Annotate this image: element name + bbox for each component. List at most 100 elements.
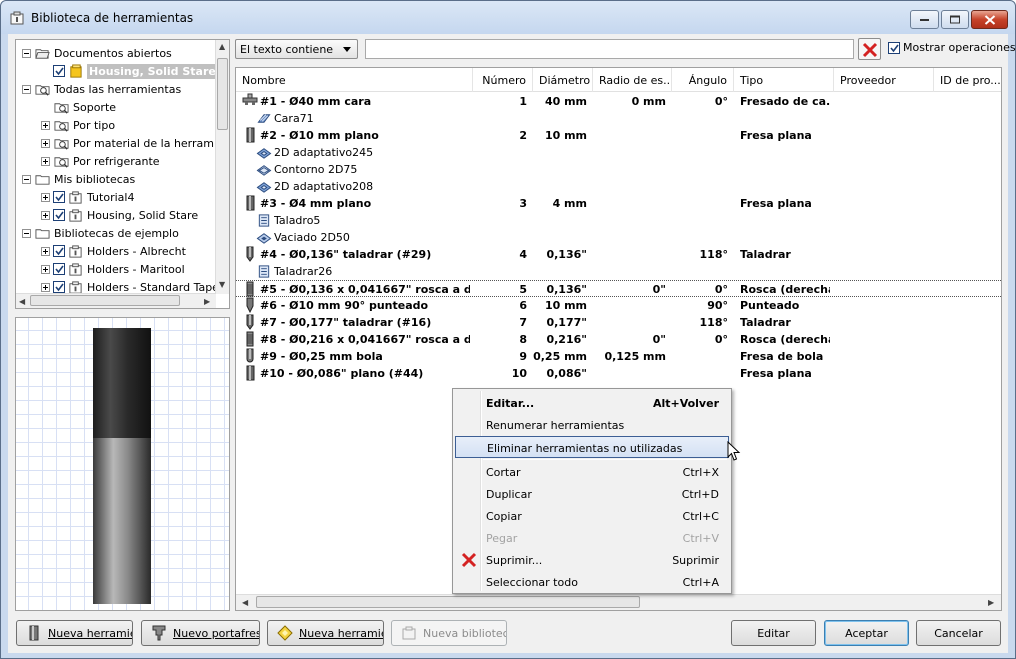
column-header-name[interactable]: Nombre xyxy=(236,68,473,92)
search-input[interactable] xyxy=(365,39,854,59)
library-checkbox[interactable] xyxy=(53,65,65,77)
expand-icon[interactable] xyxy=(41,192,50,202)
library-checkbox[interactable] xyxy=(53,245,65,257)
tool-row[interactable]: #9 - Ø0,25 mm bola 9 0,25 mm 0,125 mm Fresa … xyxy=(236,348,1001,365)
menu-item-copiar[interactable]: Copiar Ctrl+C xyxy=(455,505,729,527)
collapse-icon[interactable] xyxy=(22,174,31,184)
tree-item[interactable]: Mis bibliotecas xyxy=(22,170,135,188)
cancel-button[interactable]: Cancelar xyxy=(916,620,1001,646)
new-tool-from-template-button[interactable]: Nueva herramienta xyxy=(267,620,384,646)
maximize-button[interactable] xyxy=(941,10,969,29)
tree-item[interactable]: Housing, Solid Stare * xyxy=(41,62,228,80)
operation-row[interactable]: Taladro5 xyxy=(236,212,1001,229)
tree-item[interactable]: Housing, Solid Stare xyxy=(41,206,198,224)
scroll-right-icon: ▶ xyxy=(204,297,211,306)
tree-item[interactable]: Holders - Maritool xyxy=(41,260,185,278)
table-hscroll-thumb[interactable] xyxy=(256,596,640,608)
accept-button[interactable]: Aceptar xyxy=(824,620,909,646)
column-header-product-id[interactable]: ID de pro... xyxy=(934,68,1001,92)
menu-item-label: Renumerar herramientas xyxy=(486,419,625,432)
tool-row[interactable]: #6 - Ø10 mm 90° punteado 6 10 mm 90° Puntead… xyxy=(236,297,1001,314)
tool-row[interactable]: #8 - Ø0,216 x 0,041667" rosca a derecha 8… xyxy=(236,331,1001,348)
cell-diameter: 10 mm xyxy=(544,299,587,312)
table-horizontal-scrollbar[interactable]: ◀ ▶ xyxy=(236,594,1001,610)
expand-icon[interactable] xyxy=(41,120,50,130)
cell-number: 5 xyxy=(519,283,527,296)
scroll-right-icon: ▶ xyxy=(988,598,995,607)
minimize-button[interactable] xyxy=(910,10,939,29)
tool-row[interactable]: #2 - Ø10 mm plano 2 10 mm Fresa plana xyxy=(236,127,1001,144)
collapse-icon[interactable] xyxy=(22,48,31,58)
operation-row[interactable]: 2D adaptativo208 xyxy=(236,178,1001,195)
filter-mode-select[interactable]: El texto contiene xyxy=(235,39,358,59)
expand-icon[interactable] xyxy=(41,156,50,166)
operation-row[interactable]: 2D adaptativo245 xyxy=(236,144,1001,161)
new-holder-button[interactable]: Nuevo portafresas xyxy=(141,620,260,646)
tree-item[interactable]: Por refrigerante xyxy=(41,152,160,170)
expand-icon[interactable] xyxy=(41,138,50,148)
edit-button[interactable]: Editar xyxy=(731,620,816,646)
operation-row[interactable]: Contorno 2D75 xyxy=(236,161,1001,178)
tool-row[interactable]: #7 - Ø0,177" taladrar (#16) 7 0,177" 118° Ta… xyxy=(236,314,1001,331)
collapse-icon[interactable] xyxy=(22,228,31,238)
tree-item[interactable]: Documentos abiertos xyxy=(22,44,172,62)
tree-horizontal-scrollbar[interactable]: ◀ ▶ xyxy=(16,293,216,308)
menu-item-cortar[interactable]: Cortar Ctrl+X xyxy=(455,461,729,483)
new-tool-button[interactable]: Nueva herramienta xyxy=(16,620,133,646)
expand-icon[interactable] xyxy=(41,264,50,274)
cell-name: 2D adaptativo245 xyxy=(274,146,374,159)
tree-item[interactable]: Bibliotecas de ejemplo xyxy=(22,224,179,242)
menu-item-renumerar-herramientas[interactable]: Renumerar herramientas xyxy=(455,414,729,436)
new-library-button[interactable]: Nueva biblioteca xyxy=(391,620,507,646)
column-header-vendor[interactable]: Proveedor xyxy=(834,68,934,92)
tree-vertical-scrollbar[interactable]: ▲ ▼ xyxy=(215,40,229,294)
flat-mill-icon xyxy=(246,127,255,143)
library-checkbox[interactable] xyxy=(53,191,65,203)
menu-item-label: Cortar xyxy=(486,466,521,479)
tree-item[interactable]: Soporte xyxy=(41,98,116,116)
cell-type: Rosca (derecha) xyxy=(740,333,830,346)
collapse-icon[interactable] xyxy=(22,84,31,94)
column-header-angle[interactable]: Ángulo xyxy=(672,68,734,92)
tool-row[interactable]: #5 - Ø0,136 x 0,041667" rosca a derecha 5… xyxy=(236,280,1001,297)
expand-icon[interactable] xyxy=(41,282,50,292)
menu-item-suprimir[interactable]: Suprimir... Suprimir xyxy=(455,549,729,571)
tree-hscroll-thumb[interactable] xyxy=(30,295,180,306)
menu-item-duplicar[interactable]: Duplicar Ctrl+D xyxy=(455,483,729,505)
show-operations-toggle[interactable]: Mostrar operaciones xyxy=(888,41,1016,54)
column-header-number[interactable]: Número xyxy=(473,68,533,92)
tool-row[interactable]: #4 - Ø0,136" taladrar (#29) 4 0,136" 118° Ta… xyxy=(236,246,1001,263)
close-button[interactable] xyxy=(971,10,1008,29)
menu-item-pegar[interactable]: Pegar Ctrl+V xyxy=(455,527,729,549)
title-bar[interactable]: Biblioteca de herramientas xyxy=(1,1,1015,34)
library-checkbox[interactable] xyxy=(53,209,65,221)
column-header-corner-radius[interactable]: Radio de es... xyxy=(593,68,672,92)
menu-item-editar[interactable]: Editar... Alt+Volver xyxy=(455,392,729,414)
library-checkbox[interactable] xyxy=(53,263,65,275)
tool-row[interactable]: #3 - Ø4 mm plano 3 4 mm Fresa plana xyxy=(236,195,1001,212)
expand-icon[interactable] xyxy=(41,210,50,220)
tree-item[interactable]: Por material de la herramienta xyxy=(41,134,229,152)
tree-item[interactable]: Por tipo xyxy=(41,116,115,134)
operation-row[interactable]: Taladrar26 xyxy=(236,263,1001,280)
column-header-type[interactable]: Tipo xyxy=(734,68,834,92)
show-operations-checkbox[interactable] xyxy=(888,41,900,54)
expand-icon[interactable] xyxy=(41,246,50,256)
column-header-diameter[interactable]: Diámetro xyxy=(533,68,593,92)
tree-item[interactable]: Tutorial4 xyxy=(41,188,134,206)
tool-row[interactable]: #1 - Ø40 mm cara 1 40 mm 0 mm 0° Fresado de c… xyxy=(236,93,1001,110)
clear-filter-button[interactable] xyxy=(858,38,881,60)
tree-item[interactable]: Holders - Albrecht xyxy=(41,242,186,260)
pocket-operation-icon xyxy=(256,233,272,244)
menu-item-seleccionar-todo[interactable]: Seleccionar todo Ctrl+A xyxy=(455,571,729,593)
menu-item-eliminar-herramientas-no-utilizadas[interactable]: Eliminar herramientas no utilizadas xyxy=(455,436,729,458)
operation-row[interactable]: Vaciado 2D50 xyxy=(236,229,1001,246)
tool-row[interactable]: #10 - Ø0,086" plano (#44) 10 0,086" Fresa p… xyxy=(236,365,1001,382)
tree-item[interactable]: Todas las herramientas xyxy=(22,80,181,98)
cell-diameter: 0,216" xyxy=(546,333,587,346)
menu-item-shortcut: Alt+Volver xyxy=(652,397,719,410)
library-checkbox[interactable] xyxy=(53,281,65,293)
search-folder-icon xyxy=(54,156,69,168)
operation-row[interactable]: Cara71 xyxy=(236,110,1001,127)
tree-scroll-thumb[interactable] xyxy=(217,58,228,130)
